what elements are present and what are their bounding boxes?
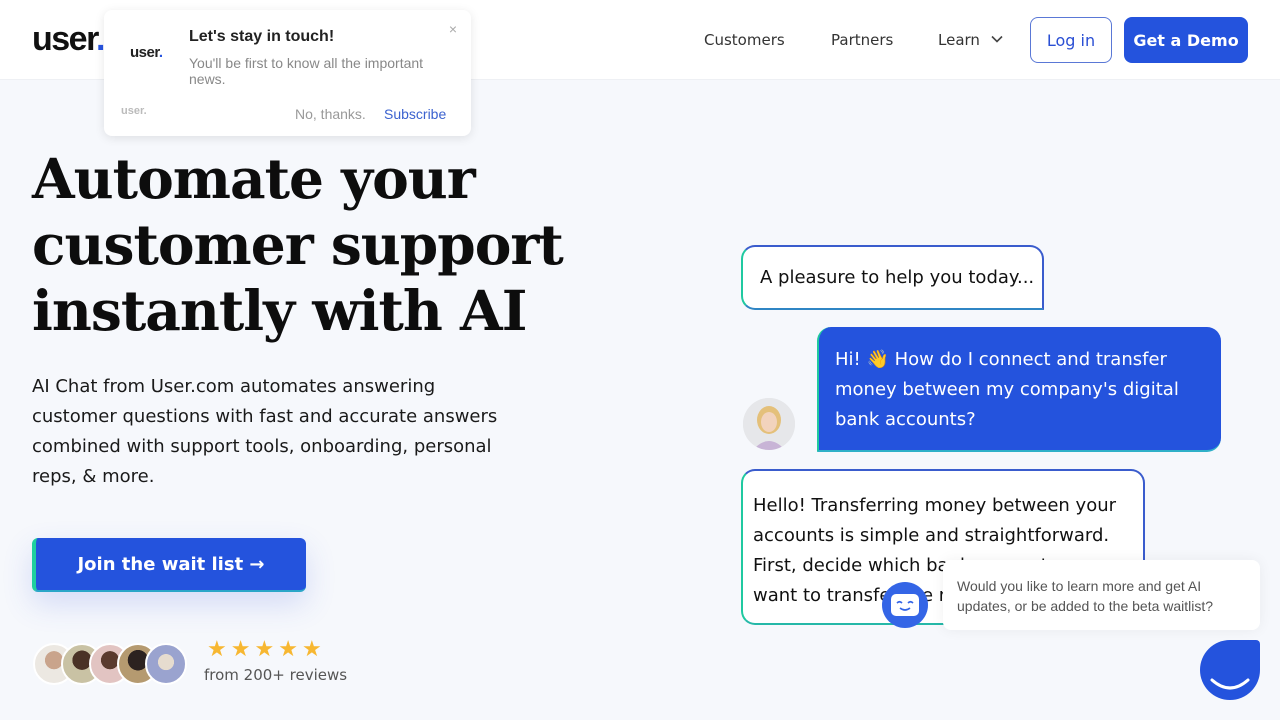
nav-partners[interactable]: Partners <box>831 31 893 49</box>
popup-text: You'll be first to know all the importan… <box>189 55 424 87</box>
popup-logo: user. <box>130 44 163 61</box>
user-avatar-illustration <box>743 398 795 450</box>
join-waitlist-button[interactable]: Join the wait list → <box>32 538 306 592</box>
reviews-count: from 200+ reviews <box>204 666 348 684</box>
star-icon: ★ <box>230 637 251 662</box>
logo-text: user <box>32 20 97 58</box>
login-button[interactable]: Log in <box>1030 17 1112 63</box>
hero-title: Automate your customer support instantly… <box>32 146 564 343</box>
bot-face-svg <box>891 594 919 616</box>
subscribe-button[interactable]: Subscribe <box>384 106 446 122</box>
popup-brand: user. <box>121 105 147 117</box>
nav-learn[interactable]: Learn <box>938 31 1003 49</box>
newsletter-popup: user. Let's stay in touch! You'll be fir… <box>104 10 471 136</box>
logo-dot: . <box>95 20 105 58</box>
hero-subtitle: AI Chat from User.com automates answerin… <box>32 376 498 487</box>
nav-customers[interactable]: Customers <box>704 31 785 49</box>
star-icon: ★ <box>207 637 227 662</box>
nav-learn-label: Learn <box>938 31 980 49</box>
chevron-down-icon <box>991 35 1003 43</box>
chat-bubble-user-message: Hi! 👋 How do I connect and transfer mone… <box>817 327 1221 452</box>
chat-launcher-button[interactable] <box>1200 640 1260 700</box>
smile-icon <box>1210 678 1250 690</box>
popup-title: Let's stay in touch! <box>189 28 335 45</box>
decline-button[interactable]: No, thanks. <box>295 106 366 122</box>
close-icon[interactable]: × <box>449 21 457 37</box>
popup-logo-dot: . <box>158 44 163 61</box>
rating-stars: ★ ★ ★ ★ ★ <box>207 638 322 662</box>
user-avatar <box>743 398 795 450</box>
star-icon: ★ <box>278 637 298 662</box>
bot-face-icon[interactable] <box>882 582 928 628</box>
widget-message[interactable]: Would you like to learn more and get AI … <box>943 560 1260 630</box>
popup-logo-text: user <box>130 44 159 61</box>
chat-bubble-bot-greeting: A pleasure to help you today... <box>741 245 1044 310</box>
star-icon: ★ <box>301 637 322 662</box>
user-com-logo[interactable]: user. <box>32 20 105 59</box>
reviewer-avatar <box>145 643 187 685</box>
star-icon: ★ <box>254 637 275 662</box>
reviewer-avatars <box>33 643 187 685</box>
get-demo-button[interactable]: Get a Demo <box>1124 17 1248 63</box>
